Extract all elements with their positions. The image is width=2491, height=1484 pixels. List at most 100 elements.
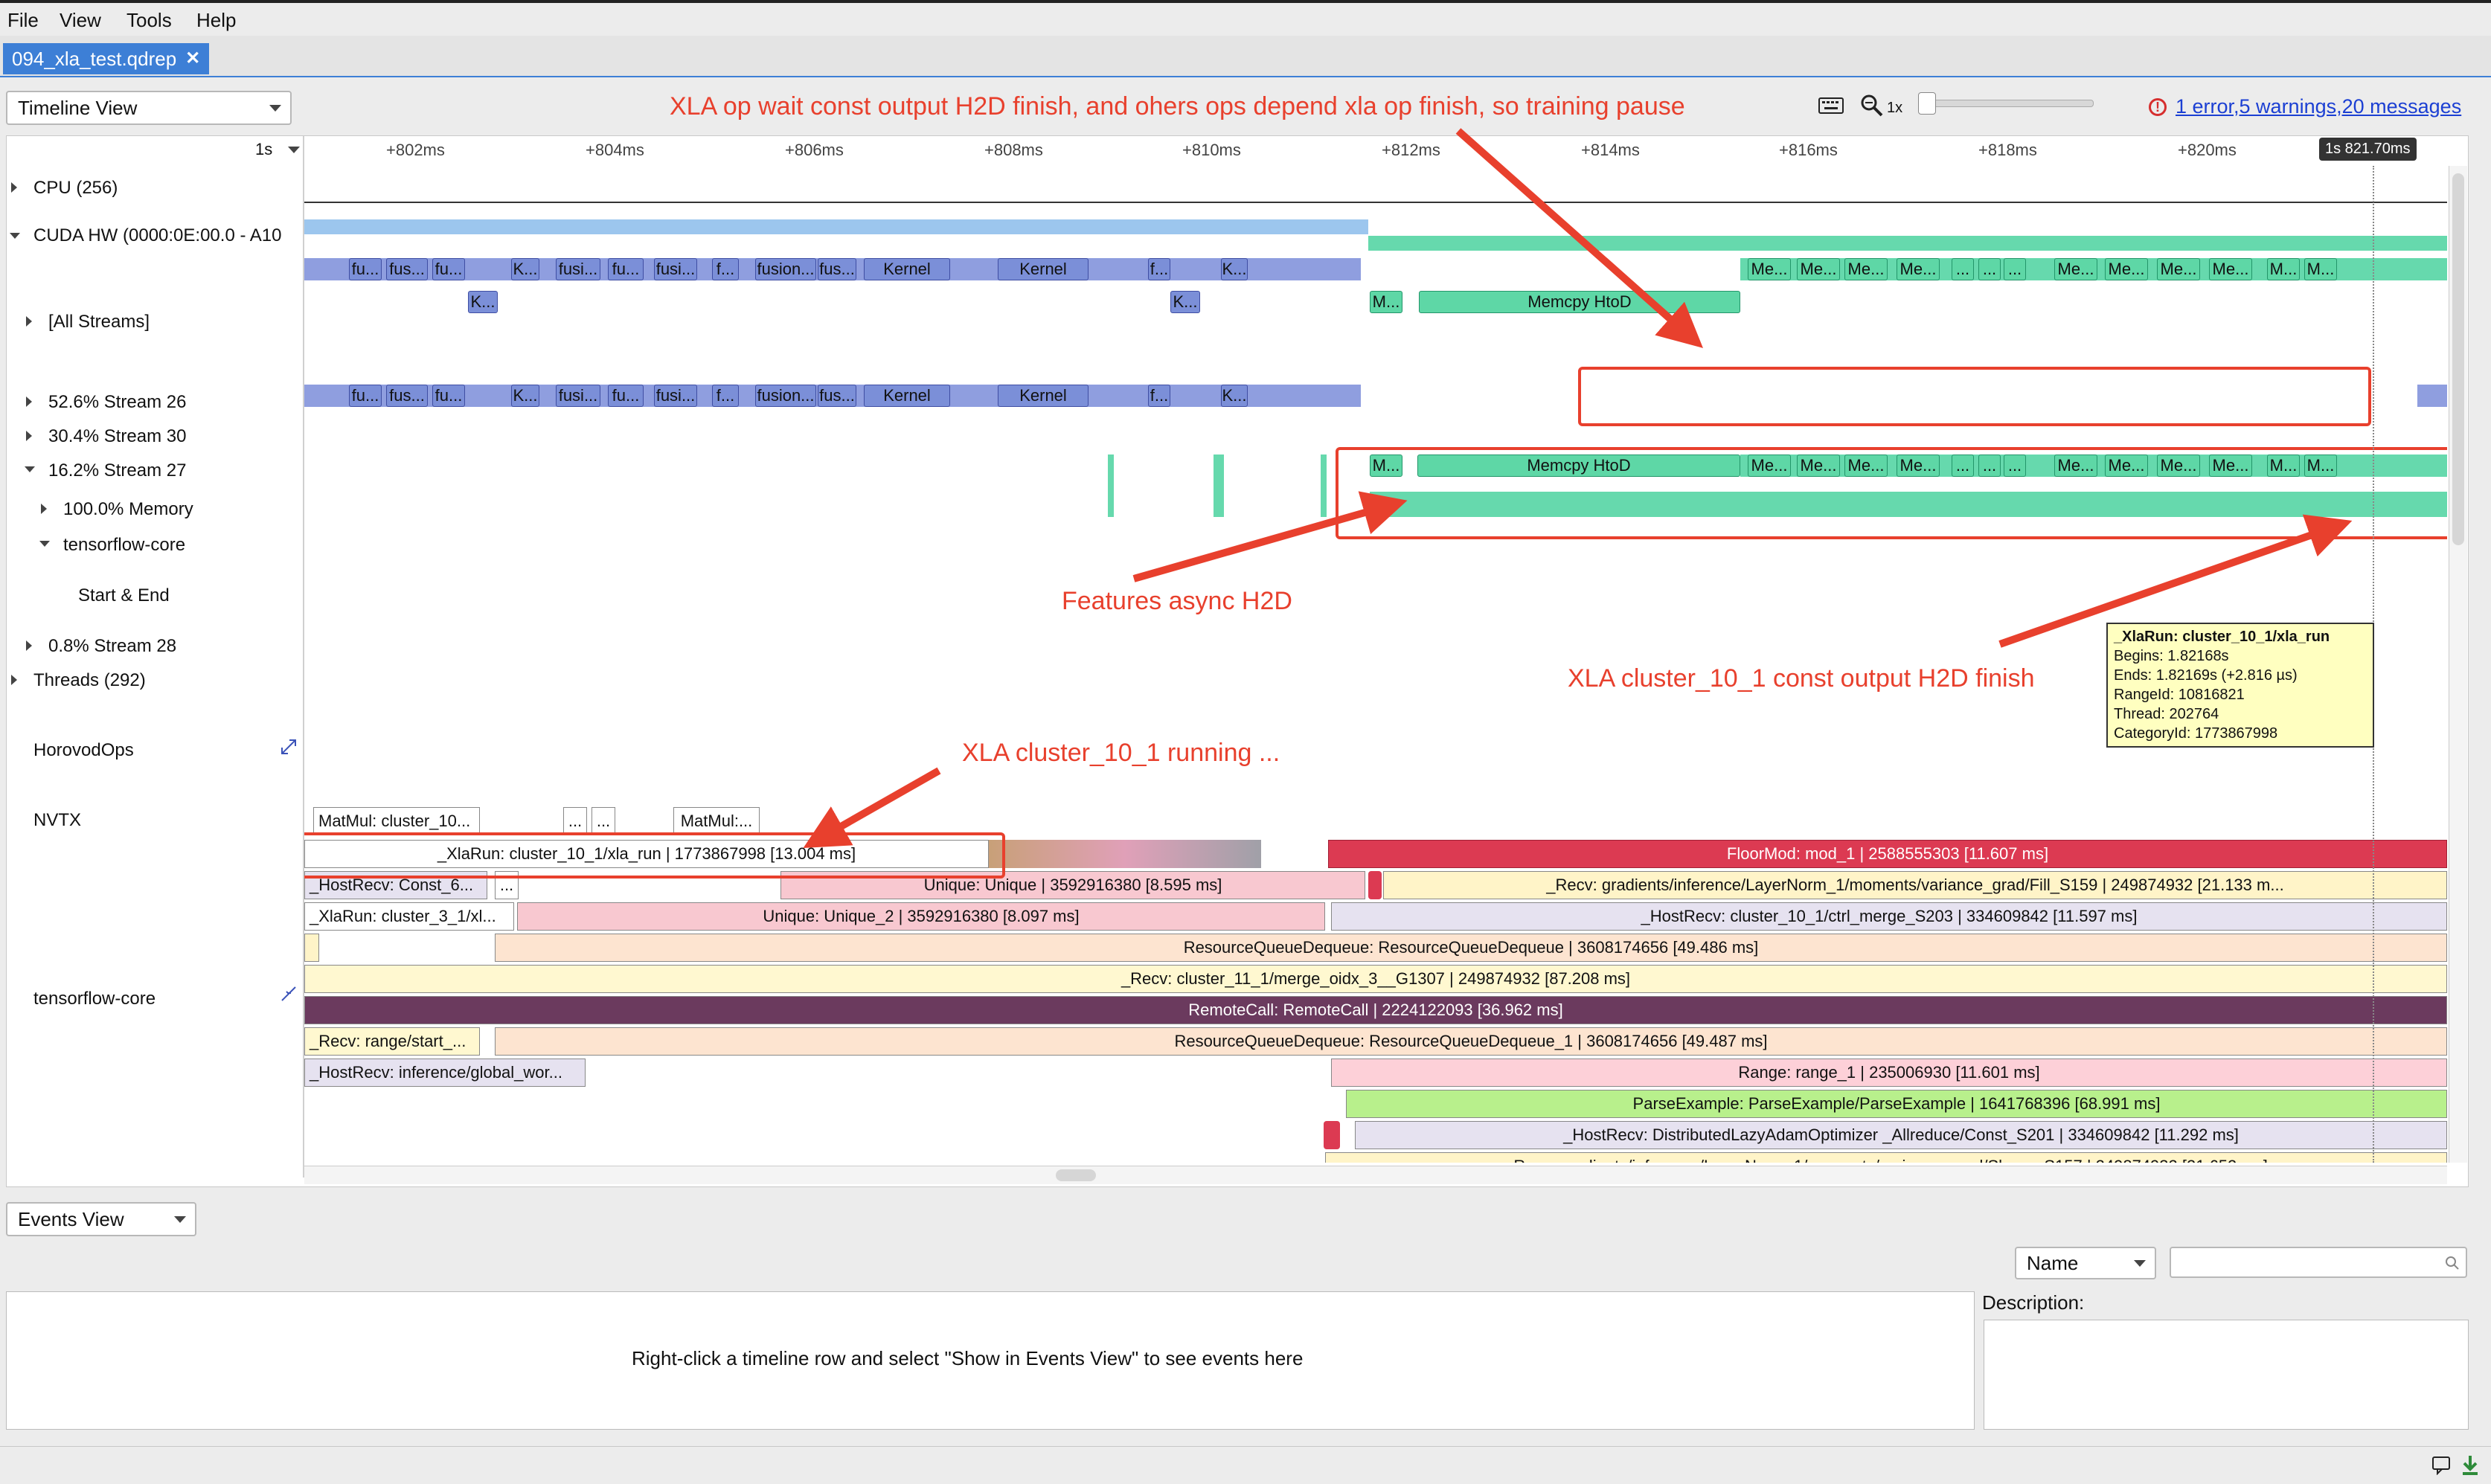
row-stream-28[interactable]: 0.8% Stream 28: [48, 636, 176, 657]
row-memory[interactable]: 100.0% Memory: [63, 499, 193, 520]
row-nvtx[interactable]: NVTX: [33, 810, 81, 831]
remotecall-bar[interactable]: RemoteCall: RemoteCall | 2224122093 [36.…: [304, 996, 2447, 1024]
kernel-bar[interactable]: fus...: [386, 385, 428, 407]
memcpy-bar[interactable]: Me...: [2209, 258, 2252, 280]
row-stream-27[interactable]: 16.2% Stream 27: [48, 460, 186, 481]
time-ruler[interactable]: +802ms +804ms +806ms +808ms +810ms +812m…: [304, 136, 2447, 167]
row-horovod-ops[interactable]: HorovodOps: [33, 740, 134, 761]
events-list[interactable]: Right-click a timeline row and select "S…: [6, 1291, 1975, 1430]
memcpy-bar[interactable]: Me...: [2054, 258, 2097, 280]
download-icon[interactable]: [2460, 1454, 2481, 1477]
kernel-bar[interactable]: K...: [1170, 291, 1200, 313]
memcpy-bar[interactable]: Me...: [1797, 258, 1840, 280]
scale-select[interactable]: 1s: [252, 138, 301, 161]
zoom-slider-track[interactable]: [1920, 100, 2094, 107]
hostrecv-ctrl-bar[interactable]: _HostRecv: cluster_10_1/ctrl_merge_S203 …: [1331, 902, 2447, 931]
events-view-select[interactable]: Events View: [6, 1202, 196, 1236]
expand-icon[interactable]: [26, 640, 32, 651]
memcpy-htod-bar[interactable]: Memcpy HtoD: [1419, 291, 1740, 313]
collapse-diagonal-icon[interactable]: [279, 984, 298, 1003]
horizontal-scrollbar[interactable]: [304, 1166, 2447, 1184]
kernel-bar[interactable]: f...: [712, 258, 739, 280]
expand-icon[interactable]: [26, 431, 32, 441]
kernel-bar[interactable]: Kernel: [864, 258, 950, 280]
menu-help[interactable]: Help: [196, 9, 236, 32]
menu-tools[interactable]: Tools: [126, 9, 172, 32]
kernel-bar[interactable]: fu...: [608, 258, 644, 280]
nvtx-matmul-bar[interactable]: MatMul:...: [673, 807, 760, 835]
kernel-bar[interactable]: fus...: [818, 385, 856, 407]
vertical-scrollbar[interactable]: [2449, 166, 2467, 1163]
kernel-bar[interactable]: fu...: [349, 258, 382, 280]
menu-view[interactable]: View: [60, 9, 101, 32]
hostrecv-dist-bar[interactable]: _HostRecv: DistributedLazyAdamOptimizer …: [1355, 1121, 2447, 1149]
memcpy-bar[interactable]: M...: [2267, 258, 2300, 280]
kernel-bar[interactable]: Kernel: [998, 258, 1089, 280]
kernel-bar[interactable]: f...: [712, 385, 739, 407]
kernel-bar[interactable]: Kernel: [998, 385, 1089, 407]
memcpy-bar[interactable]: ...: [2004, 258, 2026, 280]
floormod-bar[interactable]: FloorMod: mod_1 | 2588555303 [11.607 ms]: [1328, 840, 2447, 868]
kernel-bar[interactable]: fusi...: [654, 258, 697, 280]
kernel-bar[interactable]: fusi...: [654, 385, 697, 407]
kernel-bar[interactable]: f...: [1148, 385, 1170, 407]
recv-shape-bar[interactable]: _Recv: gradients/inference/LayerNorm_1/m…: [1325, 1152, 2447, 1163]
messages-link[interactable]: 1 error,5 warnings,20 messages: [2176, 95, 2461, 118]
nvtx-bar[interactable]: ...: [592, 807, 615, 835]
row-tensorflow-core-sub[interactable]: tensorflow-core: [63, 535, 185, 556]
comment-icon[interactable]: [2431, 1456, 2452, 1475]
memcpy-bar[interactable]: ...: [1952, 258, 1974, 280]
vertical-scroll-thumb[interactable]: [2452, 173, 2464, 545]
zoom-slider-handle[interactable]: [1918, 92, 1936, 115]
expand-icon[interactable]: [41, 504, 47, 514]
nvtx-bar[interactable]: ...: [563, 807, 587, 835]
memcpy-bar[interactable]: Me...: [2105, 258, 2148, 280]
menu-file[interactable]: File: [7, 9, 39, 32]
view-select[interactable]: Timeline View: [6, 91, 292, 125]
horizontal-scroll-thumb[interactable]: [1056, 1169, 1096, 1181]
range-bar[interactable]: Range: range_1 | 235006930 [11.601 ms]: [1331, 1059, 2447, 1087]
nvtx-small-bar[interactable]: [304, 934, 319, 962]
memcpy-bar[interactable]: Me...: [2157, 258, 2200, 280]
expand-icon[interactable]: [11, 182, 17, 193]
kernel-bar[interactable]: fusi...: [556, 385, 600, 407]
kernel-bar[interactable]: fus...: [818, 258, 856, 280]
resource-queue-dequeue-bar[interactable]: ResourceQueueDequeue: ResourceQueueDeque…: [495, 934, 2447, 962]
collapse-icon[interactable]: [39, 541, 50, 547]
parse-example-bar[interactable]: ParseExample: ParseExample/ParseExample …: [1346, 1090, 2447, 1118]
document-tab[interactable]: 094_xla_test.qdrep ✕: [3, 43, 210, 74]
memcpy-bar[interactable]: Me...: [1897, 258, 1940, 280]
collapse-icon[interactable]: [25, 466, 35, 472]
expand-diagonal-icon[interactable]: [279, 737, 298, 757]
events-search-input[interactable]: [2170, 1247, 2467, 1278]
kernel-bar[interactable]: f...: [1148, 258, 1170, 280]
kernel-bar[interactable]: Kernel: [864, 385, 950, 407]
memcpy-bar[interactable]: Me...: [1844, 258, 1888, 280]
memcpy-bar[interactable]: M...: [2304, 258, 2337, 280]
kernel-bar[interactable]: K...: [1221, 385, 1248, 407]
events-name-select[interactable]: Name: [2015, 1247, 2156, 1279]
expand-icon[interactable]: [26, 396, 32, 407]
kernel-bar[interactable]: fu...: [432, 385, 465, 407]
event-marker[interactable]: [1368, 871, 1382, 899]
unique2-bar[interactable]: Unique: Unique_2 | 3592916380 [8.097 ms]: [517, 902, 1325, 931]
expand-icon[interactable]: [11, 675, 17, 685]
nvtx-matmul-bar[interactable]: MatMul: cluster_10...: [313, 807, 480, 835]
kernel-bar[interactable]: fu...: [432, 258, 465, 280]
memcpy-bar[interactable]: M...: [1370, 291, 1402, 313]
row-stream-30[interactable]: 30.4% Stream 30: [48, 426, 186, 447]
kernel-bar[interactable]: fusi...: [556, 258, 600, 280]
collapse-icon[interactable]: [10, 233, 20, 239]
xlarun-cluster3-bar[interactable]: _XlaRun: cluster_3_1/xl...: [304, 902, 514, 931]
hostrecv-inference-bar[interactable]: _HostRecv: inference/global_wor...: [304, 1059, 586, 1087]
memcpy-bar[interactable]: ...: [1978, 258, 2001, 280]
row-start-end[interactable]: Start & End: [78, 585, 170, 606]
expand-icon[interactable]: [26, 316, 32, 327]
row-stream-26[interactable]: 52.6% Stream 26: [48, 392, 186, 413]
row-tensorflow-core[interactable]: tensorflow-core: [33, 989, 156, 1009]
row-cuda-hw[interactable]: CUDA HW (0000:0E:00.0 - A10: [33, 225, 282, 246]
zoom-icon[interactable]: [1860, 94, 1884, 118]
row-all-streams[interactable]: [All Streams]: [48, 312, 150, 333]
row-threads[interactable]: Threads (292): [33, 670, 146, 691]
kernel-bar[interactable]: fusion...: [755, 385, 816, 407]
